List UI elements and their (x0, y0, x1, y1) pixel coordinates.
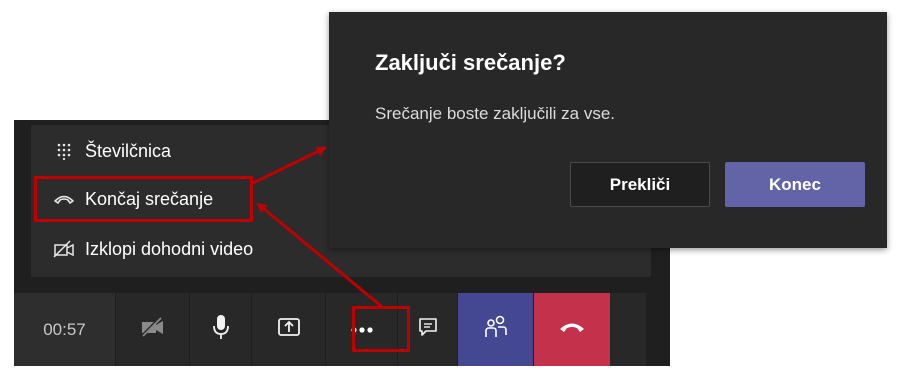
end-meeting-dialog: Zaključi srečanje? Srečanje boste zaklju… (329, 12, 887, 248)
menu-item-incoming-video-off[interactable]: Izklopi dohodni video (53, 232, 253, 266)
share-screen-button[interactable] (252, 293, 326, 366)
microphone-button[interactable] (190, 293, 252, 366)
cancel-button[interactable]: Prekliči (570, 162, 710, 207)
menu-item-label: Izklopi dohodni video (85, 238, 254, 259)
dialog-title: Zaključi srečanje? (375, 50, 566, 75)
participants-button[interactable] (458, 293, 534, 366)
end-button[interactable]: Konec (725, 162, 865, 207)
annotation-highlight-end-meeting (34, 176, 253, 222)
menu-item-dialpad[interactable]: Številčnica (53, 134, 171, 168)
camera-toggle-button[interactable] (116, 293, 190, 366)
dialpad-icon (53, 141, 75, 161)
participants-icon (483, 315, 509, 344)
share-screen-icon (277, 316, 301, 343)
annotation-highlight-more-options (352, 306, 410, 352)
hang-up-icon (558, 320, 586, 339)
menu-item-label: Številčnica (85, 140, 172, 161)
call-timer: 00:57 (14, 293, 116, 366)
microphone-icon (212, 314, 230, 345)
chat-icon (418, 317, 438, 342)
hang-up-button[interactable] (534, 293, 610, 366)
call-toolbar: 00:57 (14, 293, 646, 366)
dialog-message: Srečanje boste zaključili za vse. (375, 104, 616, 123)
camera-off-icon (140, 316, 166, 342)
video-off-icon (53, 239, 75, 259)
